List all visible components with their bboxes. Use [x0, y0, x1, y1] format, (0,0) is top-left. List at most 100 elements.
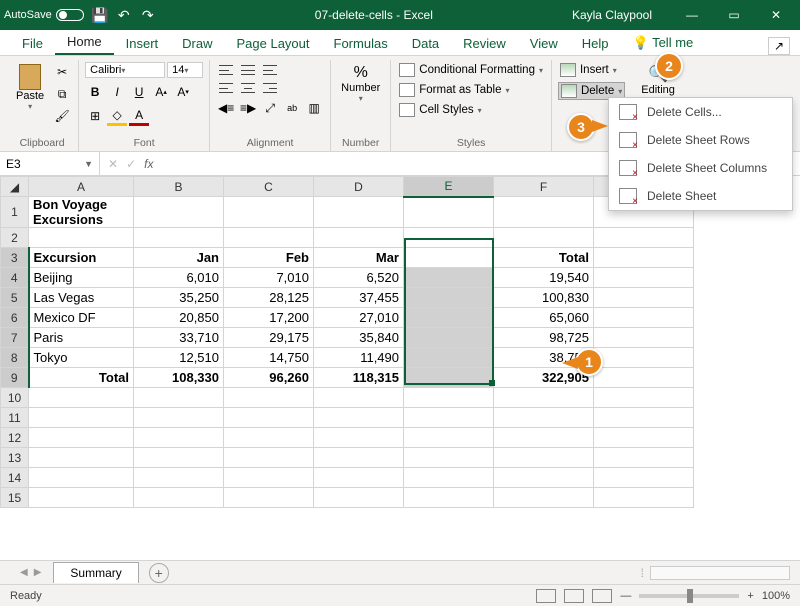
- cancel-icon[interactable]: ✕: [108, 157, 118, 171]
- paste-button[interactable]: Paste ▾: [12, 62, 48, 113]
- bold-button[interactable]: B: [85, 82, 105, 102]
- cut-icon[interactable]: ✂: [52, 62, 72, 82]
- add-sheet-button[interactable]: +: [149, 563, 169, 583]
- tab-home[interactable]: Home: [55, 30, 114, 55]
- align-bottom-icon[interactable]: [260, 62, 280, 78]
- window-controls: — ▭ ✕: [672, 0, 796, 30]
- normal-view-icon[interactable]: [536, 589, 556, 603]
- ribbon-tabs: File Home Insert Draw Page Layout Formul…: [0, 30, 800, 56]
- col-header-D[interactable]: D: [314, 177, 404, 197]
- autosave-toggle[interactable]: AutoSave: [4, 9, 84, 21]
- insert-cells-button[interactable]: Insert ▾: [558, 62, 619, 78]
- col-header-F[interactable]: F: [494, 177, 594, 197]
- restore-button[interactable]: ▭: [714, 0, 754, 30]
- user-name[interactable]: Kayla Claypool: [572, 8, 652, 22]
- close-button[interactable]: ✕: [756, 0, 796, 30]
- horizontal-scrollbar[interactable]: [650, 566, 790, 580]
- group-clipboard: Paste ▾ ✂ ⧉ 🖌 Clipboard: [6, 60, 79, 151]
- col-header-C[interactable]: C: [224, 177, 314, 197]
- col-header-B[interactable]: B: [134, 177, 224, 197]
- format-painter-icon[interactable]: 🖌: [52, 106, 72, 126]
- share-button[interactable]: ↗: [768, 37, 790, 55]
- cell-style-icon: [399, 103, 415, 117]
- format-as-table-button[interactable]: Format as Table ▾: [397, 82, 511, 98]
- tab-file[interactable]: File: [10, 32, 55, 55]
- delete-cells-icon: [619, 104, 637, 120]
- increase-indent-icon[interactable]: ≡▶: [238, 98, 258, 118]
- group-font: Calibri ▾ 14 ▾ B I U A▴ A▾ ⊞ ◇ A Font: [79, 60, 210, 151]
- autosave-label: AutoSave: [4, 9, 52, 21]
- tab-tellme[interactable]: 💡 Tell me: [621, 31, 706, 55]
- title-bar: AutoSave 💾 ↶ ↷ 07-delete-cells - Excel K…: [0, 0, 800, 30]
- underline-button[interactable]: U: [129, 82, 149, 102]
- col-header-A[interactable]: A: [29, 177, 134, 197]
- borders-icon[interactable]: ⊞: [85, 106, 105, 126]
- save-icon[interactable]: 💾: [92, 7, 108, 23]
- menu-delete-sheet[interactable]: Delete Sheet: [609, 182, 792, 210]
- menu-delete-rows[interactable]: Delete Sheet Rows: [609, 126, 792, 154]
- align-right-icon[interactable]: [260, 80, 280, 96]
- copy-icon[interactable]: ⧉: [52, 84, 72, 104]
- undo-icon[interactable]: ↶: [116, 7, 132, 23]
- worksheet-grid[interactable]: ◢ A B C D E F G 1Bon Voyage Excursions 2…: [0, 176, 800, 560]
- merge-icon[interactable]: ▥: [304, 98, 324, 118]
- orientation-icon[interactable]: ⤢: [260, 98, 280, 118]
- page-layout-view-icon[interactable]: [564, 589, 584, 603]
- zoom-slider[interactable]: [639, 594, 739, 598]
- align-middle-icon[interactable]: [238, 62, 258, 78]
- name-box[interactable]: E3▼: [0, 152, 100, 175]
- tab-draw[interactable]: Draw: [170, 32, 224, 55]
- number-format-button[interactable]: % Number ▾: [337, 62, 384, 105]
- sheet-next-icon[interactable]: ▶: [34, 567, 42, 578]
- tab-formulas[interactable]: Formulas: [322, 32, 400, 55]
- scroll-separator-icon: ⁞: [641, 566, 644, 580]
- sheet-tab-bar: ◀ ▶ Summary + ⁞: [0, 560, 800, 584]
- decrease-indent-icon[interactable]: ◀≡: [216, 98, 236, 118]
- group-number: % Number ▾ Number: [331, 60, 391, 151]
- tab-view[interactable]: View: [518, 32, 570, 55]
- chevron-down-icon[interactable]: ▼: [84, 159, 93, 169]
- delete-icon: [561, 84, 577, 98]
- menu-delete-columns[interactable]: Delete Sheet Columns: [609, 154, 792, 182]
- col-header-E[interactable]: E: [404, 177, 494, 197]
- page-break-view-icon[interactable]: [592, 589, 612, 603]
- italic-button[interactable]: I: [107, 82, 127, 102]
- fx-icon[interactable]: fx: [144, 157, 153, 171]
- select-all-corner[interactable]: ◢: [1, 177, 29, 197]
- align-top-icon[interactable]: [216, 62, 236, 78]
- redo-icon[interactable]: ↷: [140, 7, 156, 23]
- group-styles: Conditional Formatting ▾ Format as Table…: [391, 60, 552, 151]
- wrap-text-icon[interactable]: ab: [282, 98, 302, 118]
- callout-2: 2: [655, 52, 683, 80]
- sheet-tab-summary[interactable]: Summary: [53, 562, 138, 583]
- callout-3: 3: [567, 113, 595, 141]
- menu-delete-cells[interactable]: Delete Cells...: [609, 98, 792, 126]
- tab-data[interactable]: Data: [400, 32, 451, 55]
- font-size-combo[interactable]: 14 ▾: [167, 62, 203, 78]
- cell-A1[interactable]: Bon Voyage Excursions: [29, 197, 134, 228]
- fill-color-icon[interactable]: ◇: [107, 106, 127, 126]
- tab-review[interactable]: Review: [451, 32, 518, 55]
- insert-icon: [560, 63, 576, 77]
- tab-page-layout[interactable]: Page Layout: [225, 32, 322, 55]
- font-color-icon[interactable]: A: [129, 106, 149, 126]
- toggle-off-icon[interactable]: [56, 9, 84, 21]
- decrease-font-icon[interactable]: A▾: [173, 82, 193, 102]
- font-name-combo[interactable]: Calibri ▾: [85, 62, 165, 78]
- cell-styles-button[interactable]: Cell Styles ▾: [397, 102, 483, 118]
- minimize-button[interactable]: —: [672, 0, 712, 30]
- tab-insert[interactable]: Insert: [114, 32, 171, 55]
- font-label: Font: [85, 135, 203, 151]
- callout-3-pointer: [592, 120, 608, 132]
- group-alignment: ◀≡ ≡▶ ⤢ ab ▥ Alignment: [210, 60, 331, 151]
- increase-font-icon[interactable]: A▴: [151, 82, 171, 102]
- align-center-icon[interactable]: [238, 80, 258, 96]
- delete-sheet-icon: [619, 188, 637, 204]
- conditional-formatting-button[interactable]: Conditional Formatting ▾: [397, 62, 545, 78]
- confirm-icon[interactable]: ✓: [126, 157, 136, 171]
- tab-help[interactable]: Help: [570, 32, 621, 55]
- sheet-prev-icon[interactable]: ◀: [20, 567, 28, 578]
- align-left-icon[interactable]: [216, 80, 236, 96]
- delete-columns-icon: [619, 160, 637, 176]
- quick-access-toolbar: AutoSave 💾 ↶ ↷: [4, 7, 156, 23]
